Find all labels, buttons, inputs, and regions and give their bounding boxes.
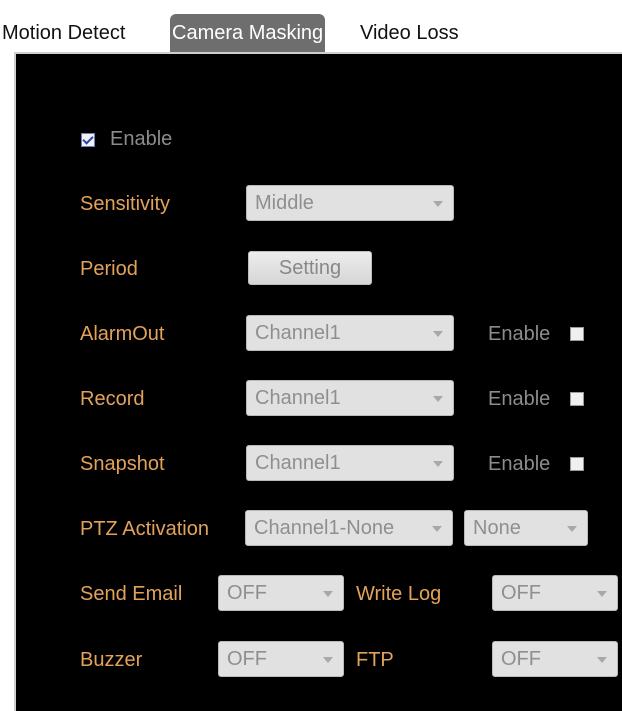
chevron-down-icon — [432, 526, 442, 532]
ptz-activation-label: PTZ Activation — [80, 518, 209, 540]
write-log-value: OFF — [501, 582, 541, 604]
snapshot-enable-label: Enable — [488, 453, 551, 475]
chevron-down-icon — [323, 657, 333, 663]
snapshot-select[interactable]: Channel1 — [246, 445, 454, 481]
write-log-label: Write Log — [356, 583, 442, 605]
buzzer-label: Buzzer — [80, 649, 143, 671]
enable-label: Enable — [110, 128, 173, 150]
enable-checkbox[interactable] — [81, 133, 95, 147]
tab-video-loss[interactable]: Video Loss — [360, 14, 459, 52]
ftp-value: OFF — [501, 648, 541, 670]
sensitivity-value: Middle — [255, 192, 314, 214]
send-email-select[interactable]: OFF — [218, 575, 344, 611]
chevron-down-icon — [433, 201, 443, 207]
ptz-preset-select[interactable]: None — [464, 510, 588, 546]
chevron-down-icon — [567, 526, 577, 532]
ptz-channel-value: Channel1-None — [254, 517, 395, 539]
chevron-down-icon — [323, 591, 333, 597]
chevron-down-icon — [433, 461, 443, 467]
buzzer-select[interactable]: OFF — [218, 641, 344, 677]
send-email-value: OFF — [227, 582, 267, 604]
tab-motion-detect[interactable]: Motion Detect — [2, 14, 125, 52]
snapshot-label: Snapshot — [80, 453, 165, 475]
tab-camera-masking[interactable]: Camera Masking — [170, 14, 326, 52]
ftp-label: FTP — [356, 649, 394, 671]
alarm-out-enable-label: Enable — [488, 323, 551, 345]
sensitivity-label: Sensitivity — [80, 193, 171, 215]
chevron-down-icon — [433, 331, 443, 337]
period-setting-button[interactable]: Setting — [248, 251, 372, 285]
record-select[interactable]: Channel1 — [246, 380, 454, 416]
chevron-down-icon — [597, 591, 607, 597]
record-value: Channel1 — [255, 387, 341, 409]
period-label: Period — [80, 258, 138, 280]
record-label: Record — [80, 388, 145, 410]
record-enable-checkbox[interactable] — [570, 392, 584, 406]
alarm-out-label: AlarmOut — [80, 323, 165, 345]
sensitivity-select[interactable]: Middle — [246, 185, 454, 221]
ptz-preset-value: None — [473, 517, 521, 539]
send-email-label: Send Email — [80, 583, 183, 605]
buzzer-value: OFF — [227, 648, 267, 670]
ftp-select[interactable]: OFF — [492, 641, 618, 677]
settings-panel: Enable Sensitivity Middle Period Setting… — [14, 52, 622, 711]
write-log-select[interactable]: OFF — [492, 575, 618, 611]
ptz-channel-select[interactable]: Channel1-None — [245, 510, 453, 546]
alarm-out-value: Channel1 — [255, 322, 341, 344]
record-enable-label: Enable — [488, 388, 551, 410]
alarm-out-select[interactable]: Channel1 — [246, 315, 454, 351]
alarm-out-enable-checkbox[interactable] — [570, 327, 584, 341]
chevron-down-icon — [597, 657, 607, 663]
snapshot-enable-checkbox[interactable] — [570, 457, 584, 471]
chevron-down-icon — [433, 396, 443, 402]
snapshot-value: Channel1 — [255, 452, 341, 474]
